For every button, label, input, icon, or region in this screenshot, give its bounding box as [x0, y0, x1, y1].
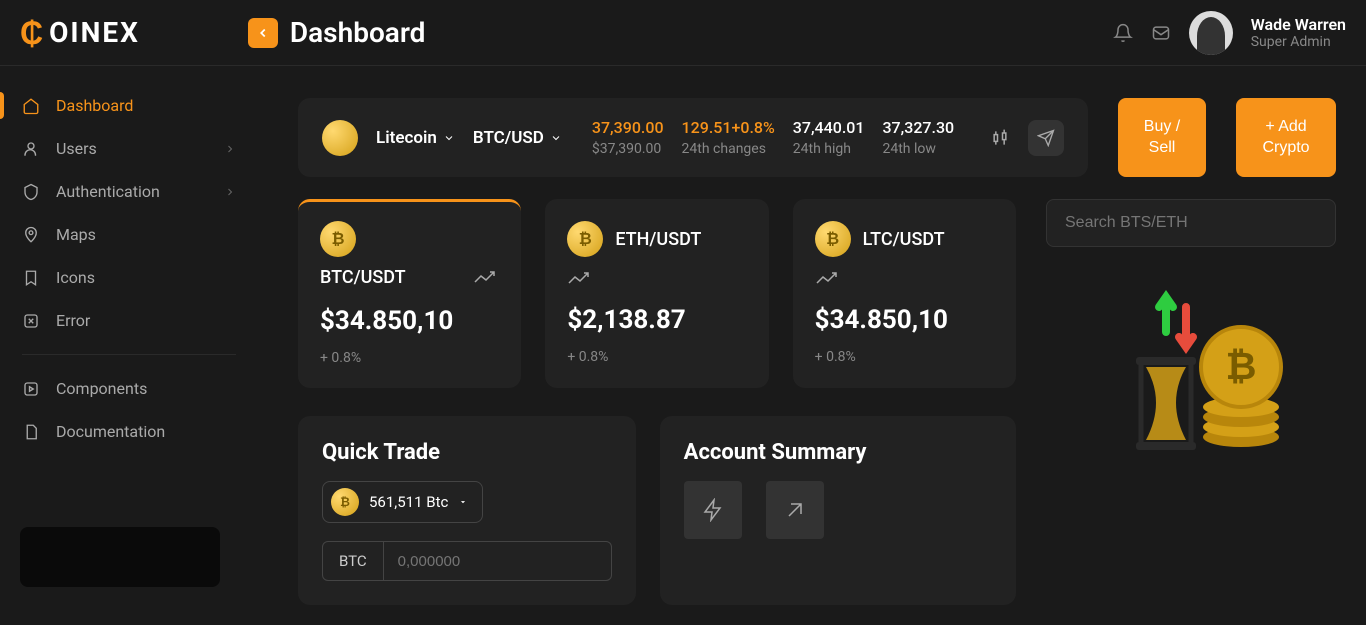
chevron-right-icon: [224, 143, 236, 155]
sidebar-item-label: Users: [56, 139, 97, 158]
coin-card-eth[interactable]: ₿ ETH/USDT $2,138.87 + 0.8%: [545, 199, 768, 388]
sidebar-item-components[interactable]: Components: [0, 367, 258, 410]
trend-up-icon: [815, 271, 994, 287]
sidebar-promo-box: [20, 527, 220, 587]
shield-icon: [22, 183, 40, 201]
search-input[interactable]: [1046, 199, 1336, 247]
mail-icon[interactable]: [1151, 23, 1171, 43]
bell-icon[interactable]: [1113, 23, 1133, 43]
svg-text:₿: ₿: [1226, 345, 1257, 389]
card-change: + 0.8%: [815, 349, 994, 365]
ticker-price-sub: $37,390.00: [592, 141, 664, 157]
crypto-illustration: ₿: [1046, 277, 1336, 477]
x-box-icon: [22, 312, 40, 330]
coin-icon: [322, 120, 358, 156]
coin-name: Litecoin: [376, 128, 437, 148]
buy-sell-button[interactable]: Buy / Sell: [1118, 98, 1206, 177]
logo-mark: ₵: [20, 14, 45, 52]
btc-icon: ₿: [320, 221, 356, 257]
avatar[interactable]: [1189, 11, 1233, 55]
send-icon[interactable]: [1028, 120, 1064, 156]
sidebar: Dashboard Users Authentication Maps Icon…: [0, 66, 258, 625]
ticker-high: 37,440.01: [793, 118, 865, 137]
user-info: Wade Warren Super Admin: [1251, 15, 1346, 50]
trend-up-icon: [473, 270, 499, 286]
user-role: Super Admin: [1251, 34, 1346, 50]
ticker-low-label: 24th low: [882, 141, 954, 157]
btc-icon: ₿: [331, 488, 359, 516]
chevron-down-icon: [550, 132, 562, 144]
summary-bolt-icon[interactable]: [684, 481, 742, 539]
sidebar-item-label: Maps: [56, 225, 96, 244]
main-content: Litecoin BTC/USD 37,390.00 $37,390.00 12…: [258, 66, 1366, 625]
ticker-change-label: 24th changes: [682, 141, 775, 157]
chevron-right-icon: [224, 186, 236, 198]
header: ₵ OINEX Dashboard Wade Warren Super Admi…: [0, 0, 1366, 66]
quick-trade-panel: Quick Trade ₿ 561,511 Btc BTC: [298, 416, 636, 605]
pair-name: BTC/USD: [473, 128, 544, 148]
sidebar-divider: [22, 354, 236, 355]
sidebar-item-icons[interactable]: Icons: [0, 256, 258, 299]
ticker-change: 129.51+0.8%: [682, 118, 775, 137]
chevron-down-icon: [443, 132, 455, 144]
ticker-price: 37,390.00: [592, 118, 664, 137]
user-icon: [22, 140, 40, 158]
sidebar-item-users[interactable]: Users: [0, 127, 258, 170]
coin-card-btc[interactable]: ₿ BTC/USDT $34.850,10 + 0.8%: [298, 199, 521, 388]
card-price: $2,138.87: [567, 305, 746, 335]
home-icon: [22, 97, 40, 115]
add-crypto-button[interactable]: + Add Crypto: [1236, 98, 1336, 177]
user-name: Wade Warren: [1251, 15, 1346, 34]
quick-trade-input-label: BTC: [323, 542, 384, 580]
back-button[interactable]: [248, 18, 278, 48]
candlestick-icon[interactable]: [982, 120, 1018, 156]
card-price: $34.850,10: [815, 305, 994, 335]
sidebar-item-label: Dashboard: [56, 96, 133, 115]
sidebar-item-authentication[interactable]: Authentication: [0, 170, 258, 213]
brand-logo[interactable]: ₵ OINEX: [20, 14, 140, 52]
quick-trade-input[interactable]: [384, 542, 611, 580]
sidebar-item-label: Authentication: [56, 182, 160, 201]
sidebar-item-label: Error: [56, 311, 90, 330]
quick-trade-amount-selector[interactable]: ₿ 561,511 Btc: [322, 481, 483, 523]
account-summary-panel: Account Summary: [660, 416, 1016, 605]
ticker-bar: Litecoin BTC/USD 37,390.00 $37,390.00 12…: [298, 98, 1088, 177]
page-title: Dashboard: [290, 16, 426, 49]
card-change: + 0.8%: [320, 350, 499, 366]
sidebar-item-label: Icons: [56, 268, 95, 287]
ltc-icon: ₿: [815, 221, 851, 257]
summary-arrow-icon[interactable]: [766, 481, 824, 539]
card-pair: ETH/USDT: [615, 229, 701, 250]
card-price: $34.850,10: [320, 306, 499, 336]
sidebar-item-label: Documentation: [56, 422, 165, 441]
account-summary-title: Account Summary: [684, 440, 992, 465]
quick-trade-title: Quick Trade: [322, 440, 612, 465]
bookmark-icon: [22, 269, 40, 287]
ticker-low: 37,327.30: [882, 118, 954, 137]
sidebar-item-maps[interactable]: Maps: [0, 213, 258, 256]
card-pair: BTC/USDT: [320, 267, 406, 288]
card-pair: LTC/USDT: [863, 229, 945, 250]
pin-icon: [22, 226, 40, 244]
trend-up-icon: [567, 271, 746, 287]
file-icon: [22, 423, 40, 441]
card-change: + 0.8%: [567, 349, 746, 365]
sidebar-item-dashboard[interactable]: Dashboard: [0, 84, 258, 127]
quick-trade-amount: 561,511 Btc: [369, 493, 448, 511]
brand-text: OINEX: [49, 16, 140, 49]
play-box-icon: [22, 380, 40, 398]
ticker-high-label: 24th high: [793, 141, 865, 157]
quick-trade-input-row: BTC: [322, 541, 612, 581]
coin-selector[interactable]: Litecoin: [376, 128, 455, 148]
coin-card-ltc[interactable]: ₿ LTC/USDT $34.850,10 + 0.8%: [793, 199, 1016, 388]
sidebar-item-error[interactable]: Error: [0, 299, 258, 342]
eth-icon: ₿: [567, 221, 603, 257]
sidebar-item-label: Components: [56, 379, 147, 398]
sidebar-item-documentation[interactable]: Documentation: [0, 410, 258, 453]
pair-selector[interactable]: BTC/USD: [473, 128, 562, 148]
caret-down-icon: [458, 497, 468, 507]
